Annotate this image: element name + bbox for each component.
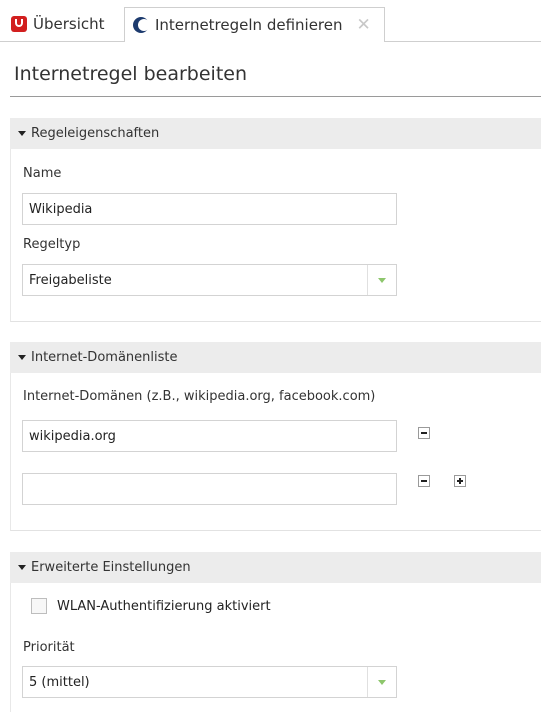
close-tab-icon[interactable]: ✕ <box>357 15 371 35</box>
section-title: Erweiterte Einstellungen <box>31 560 191 575</box>
section-title: Regeleigenschaften <box>31 126 160 141</box>
collapse-triangle-icon <box>18 565 26 570</box>
tab-overview[interactable]: Übersicht <box>0 7 124 41</box>
app-logo-icon <box>11 16 27 32</box>
page-title: Internetregel bearbeiten <box>14 63 248 85</box>
rule-type-select[interactable]: Freigabeliste <box>22 264 397 296</box>
dropdown-arrow-icon[interactable] <box>367 265 396 295</box>
section-title: Internet-Domänenliste <box>31 350 178 365</box>
domain-field-value: wikipedia.org <box>29 428 116 444</box>
rule-type-value: Freigabeliste <box>29 272 112 288</box>
name-label: Name <box>23 166 62 181</box>
wlan-auth-checkbox[interactable] <box>31 598 47 614</box>
name-field-value: Wikipedia <box>29 201 93 217</box>
tab-overview-label: Übersicht <box>33 15 105 33</box>
wlan-auth-label: WLAN-Authentifizierung aktiviert <box>57 599 271 614</box>
tab-internet-rules[interactable]: Internetregeln definieren ✕ <box>124 7 385 42</box>
section-header-rule-properties[interactable]: Regeleigenschaften <box>10 118 541 149</box>
rule-type-label: Regeltyp <box>23 237 81 252</box>
add-domain-button[interactable] <box>454 475 466 487</box>
priority-select[interactable]: 5 (mittel) <box>22 666 397 698</box>
domain-field[interactable]: wikipedia.org <box>22 420 397 452</box>
name-field[interactable]: Wikipedia <box>22 193 397 225</box>
dropdown-arrow-icon[interactable] <box>367 667 396 697</box>
title-divider <box>10 96 541 97</box>
tab-bar: Übersicht Internetregeln definieren ✕ <box>0 0 541 42</box>
internet-rules-icon <box>133 17 150 33</box>
domains-label: Internet-Domänen (z.B., wikipedia.org, f… <box>23 389 376 404</box>
remove-domain-button[interactable] <box>418 475 430 487</box>
collapse-triangle-icon <box>18 131 26 136</box>
collapse-triangle-icon <box>18 355 26 360</box>
priority-label: Priorität <box>23 640 75 655</box>
remove-domain-button[interactable] <box>418 427 430 439</box>
domain-field[interactable] <box>22 473 397 505</box>
tab-internet-rules-label: Internetregeln definieren <box>155 16 343 34</box>
section-header-domain-list[interactable]: Internet-Domänenliste <box>10 342 541 373</box>
section-body-rule-properties <box>10 149 541 322</box>
section-header-advanced[interactable]: Erweiterte Einstellungen <box>10 552 541 583</box>
priority-value: 5 (mittel) <box>29 674 90 690</box>
